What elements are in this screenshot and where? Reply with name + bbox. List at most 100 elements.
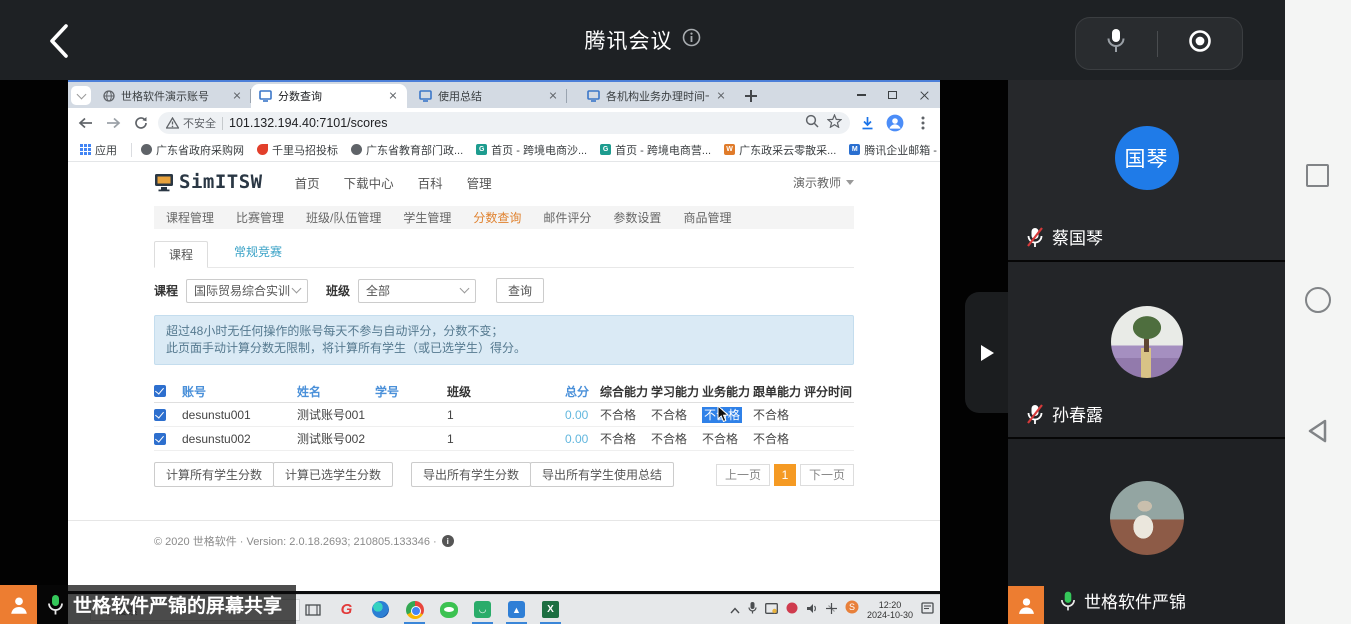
browser-tab-1[interactable]: 世格软件演示账号 <box>95 84 251 108</box>
menu-dots-icon[interactable] <box>912 112 934 134</box>
bookmark-item[interactable]: G 首页 - 跨境电商营... <box>596 140 715 160</box>
minimize-icon[interactable] <box>857 94 866 96</box>
maximize-icon[interactable] <box>888 91 897 99</box>
meeting-screen: 腾讯会议 <box>0 0 1351 624</box>
subnav-class-team-mgmt[interactable]: 班级/队伍管理 <box>306 209 381 226</box>
subnav-score-query-active[interactable]: 分数查询 <box>473 209 521 226</box>
export-summary-button[interactable]: 导出所有学生使用总结 <box>530 462 674 487</box>
back-nav-icon[interactable] <box>74 112 96 134</box>
download-icon[interactable] <box>856 112 878 134</box>
nav-home[interactable]: 首页 <box>295 173 320 192</box>
url-text[interactable]: 101.132.194.40:7101/scores <box>229 116 799 130</box>
participant-tile[interactable]: 国琴 蔡国琴 <box>1008 80 1285 260</box>
header-account[interactable]: 账号 <box>182 383 297 400</box>
task-view-icon[interactable] <box>302 599 323 620</box>
user-menu[interactable]: 演示教师 <box>793 174 854 191</box>
search-button[interactable]: 查询 <box>496 278 544 303</box>
subnav-student-mgmt[interactable]: 学生管理 <box>403 209 451 226</box>
tray-record-icon[interactable] <box>786 601 798 619</box>
microphone-icon[interactable] <box>1105 27 1127 60</box>
record-icon[interactable] <box>1187 28 1213 59</box>
bookmark-item[interactable]: G 首页 - 跨境电商沙... <box>472 140 591 160</box>
tray-input-icon[interactable] <box>826 601 837 619</box>
tray-volume-icon[interactable] <box>806 601 818 619</box>
tab-list-chevron-icon[interactable] <box>71 86 91 105</box>
participant-tile[interactable]: 世格软件严锦 <box>1008 437 1285 624</box>
tab-close-icon[interactable] <box>547 90 559 102</box>
tab-close-icon[interactable] <box>387 90 399 102</box>
browser-tab-2-active[interactable]: 分数查询 <box>251 84 407 108</box>
bookmark-item[interactable]: 广东省教育部门政... <box>347 140 467 160</box>
subnav-contest-mgmt[interactable]: 比赛管理 <box>236 209 284 226</box>
nav-wiki[interactable]: 百科 <box>418 173 443 192</box>
cell-total[interactable]: 0.00 <box>565 432 600 446</box>
nav-admin[interactable]: 管理 <box>467 173 492 192</box>
tencent-meeting-app-icon[interactable]: ▲ <box>506 599 527 620</box>
tab-close-icon[interactable] <box>715 90 727 102</box>
bookmark-label: 首页 - 跨境电商沙... <box>491 142 587 158</box>
calc-selected-students-button[interactable]: 计算已选学生分数 <box>273 462 393 487</box>
cell-total[interactable]: 0.00 <box>565 408 600 422</box>
address-bar[interactable]: 不安全 101.132.194.40:7101/scores <box>158 112 850 134</box>
header-student-no[interactable]: 学号 <box>375 383 447 400</box>
bookmark-apps[interactable]: 应用 <box>76 140 121 160</box>
wechat-icon[interactable] <box>438 599 459 620</box>
notification-center-icon[interactable] <box>921 601 934 619</box>
tab-regular-contest[interactable]: 常规竞赛 <box>234 243 282 267</box>
tab-course-active[interactable]: 课程 <box>154 241 208 268</box>
browser-tab-3[interactable]: 使用总结 <box>411 84 567 108</box>
taskbar-clock[interactable]: 12:20 2024-10-30 <box>867 600 913 620</box>
tray-sogou-input-icon[interactable]: S <box>845 600 859 619</box>
next-page-button[interactable]: 下一页 <box>800 464 854 486</box>
tray-mic-icon[interactable] <box>748 601 757 619</box>
new-tab-icon[interactable] <box>743 88 759 104</box>
header-ability-4: 跟单能力 <box>753 383 804 400</box>
select-all-checkbox[interactable] <box>154 385 166 397</box>
prev-page-button[interactable]: 上一页 <box>716 464 770 486</box>
forward-nav-icon[interactable] <box>102 112 124 134</box>
browser-tab-4[interactable]: 各机构业务办理时间一览表 - 5 <box>579 84 735 108</box>
bookmark-star-icon[interactable] <box>827 114 842 133</box>
calc-all-students-button[interactable]: 计算所有学生分数 <box>154 462 274 487</box>
site-nav: 首页 下载中心 百科 管理 <box>295 173 492 192</box>
row-checkbox[interactable] <box>154 433 166 445</box>
tray-expand-icon[interactable] <box>730 601 740 619</box>
profile-avatar-icon[interactable] <box>884 112 906 134</box>
class-select[interactable]: 全部 <box>358 279 476 303</box>
sidebar-collapse-handle[interactable] <box>965 292 1008 413</box>
green-app-icon[interactable]: ◡ <box>472 599 493 620</box>
close-icon[interactable] <box>919 90 930 101</box>
bookmark-item[interactable]: 广东省政府采购网 <box>137 140 248 160</box>
bookmark-item[interactable]: 千里马招投标 <box>253 140 342 160</box>
header-total[interactable]: 总分 <box>565 383 600 400</box>
tab-close-icon[interactable] <box>231 90 243 102</box>
nav-download[interactable]: 下载中心 <box>344 173 394 192</box>
footer-info-icon[interactable]: i <box>442 535 454 547</box>
sogou-browser-icon[interactable]: G <box>336 599 357 620</box>
info-icon[interactable] <box>682 28 701 52</box>
subnav-course-mgmt[interactable]: 课程管理 <box>166 209 214 226</box>
header-name[interactable]: 姓名 <box>297 383 375 400</box>
tray-screenshot-icon[interactable] <box>765 601 778 619</box>
reload-icon[interactable] <box>130 112 152 134</box>
row-checkbox[interactable] <box>154 409 166 421</box>
recents-icon[interactable] <box>1306 164 1329 187</box>
zoom-page-icon[interactable] <box>805 114 819 133</box>
site-logo[interactable]: SimITSW <box>154 171 263 193</box>
home-icon[interactable] <box>1305 287 1331 313</box>
security-chip[interactable]: 不安全 <box>166 115 216 131</box>
bookmark-item[interactable]: M 腾讯企业邮箱 - 收... <box>845 140 940 160</box>
chrome-icon[interactable] <box>404 599 425 620</box>
course-select[interactable]: 国际贸易综合实训 <box>186 279 308 303</box>
excel-icon[interactable]: X <box>540 599 561 620</box>
back-triangle-icon[interactable] <box>1304 416 1332 451</box>
bookmark-item[interactable]: W 广东政采云零散采... <box>720 140 840 160</box>
participant-tile[interactable]: 孙春露 <box>1008 260 1285 437</box>
subnav-product-mgmt[interactable]: 商品管理 <box>683 209 731 226</box>
chevron-down-icon <box>292 284 302 294</box>
edge-icon[interactable] <box>370 599 391 620</box>
page-1-button[interactable]: 1 <box>774 464 796 486</box>
subnav-param-settings[interactable]: 参数设置 <box>613 209 661 226</box>
export-scores-button[interactable]: 导出所有学生分数 <box>411 462 531 487</box>
subnav-mail-scoring[interactable]: 邮件评分 <box>543 209 591 226</box>
